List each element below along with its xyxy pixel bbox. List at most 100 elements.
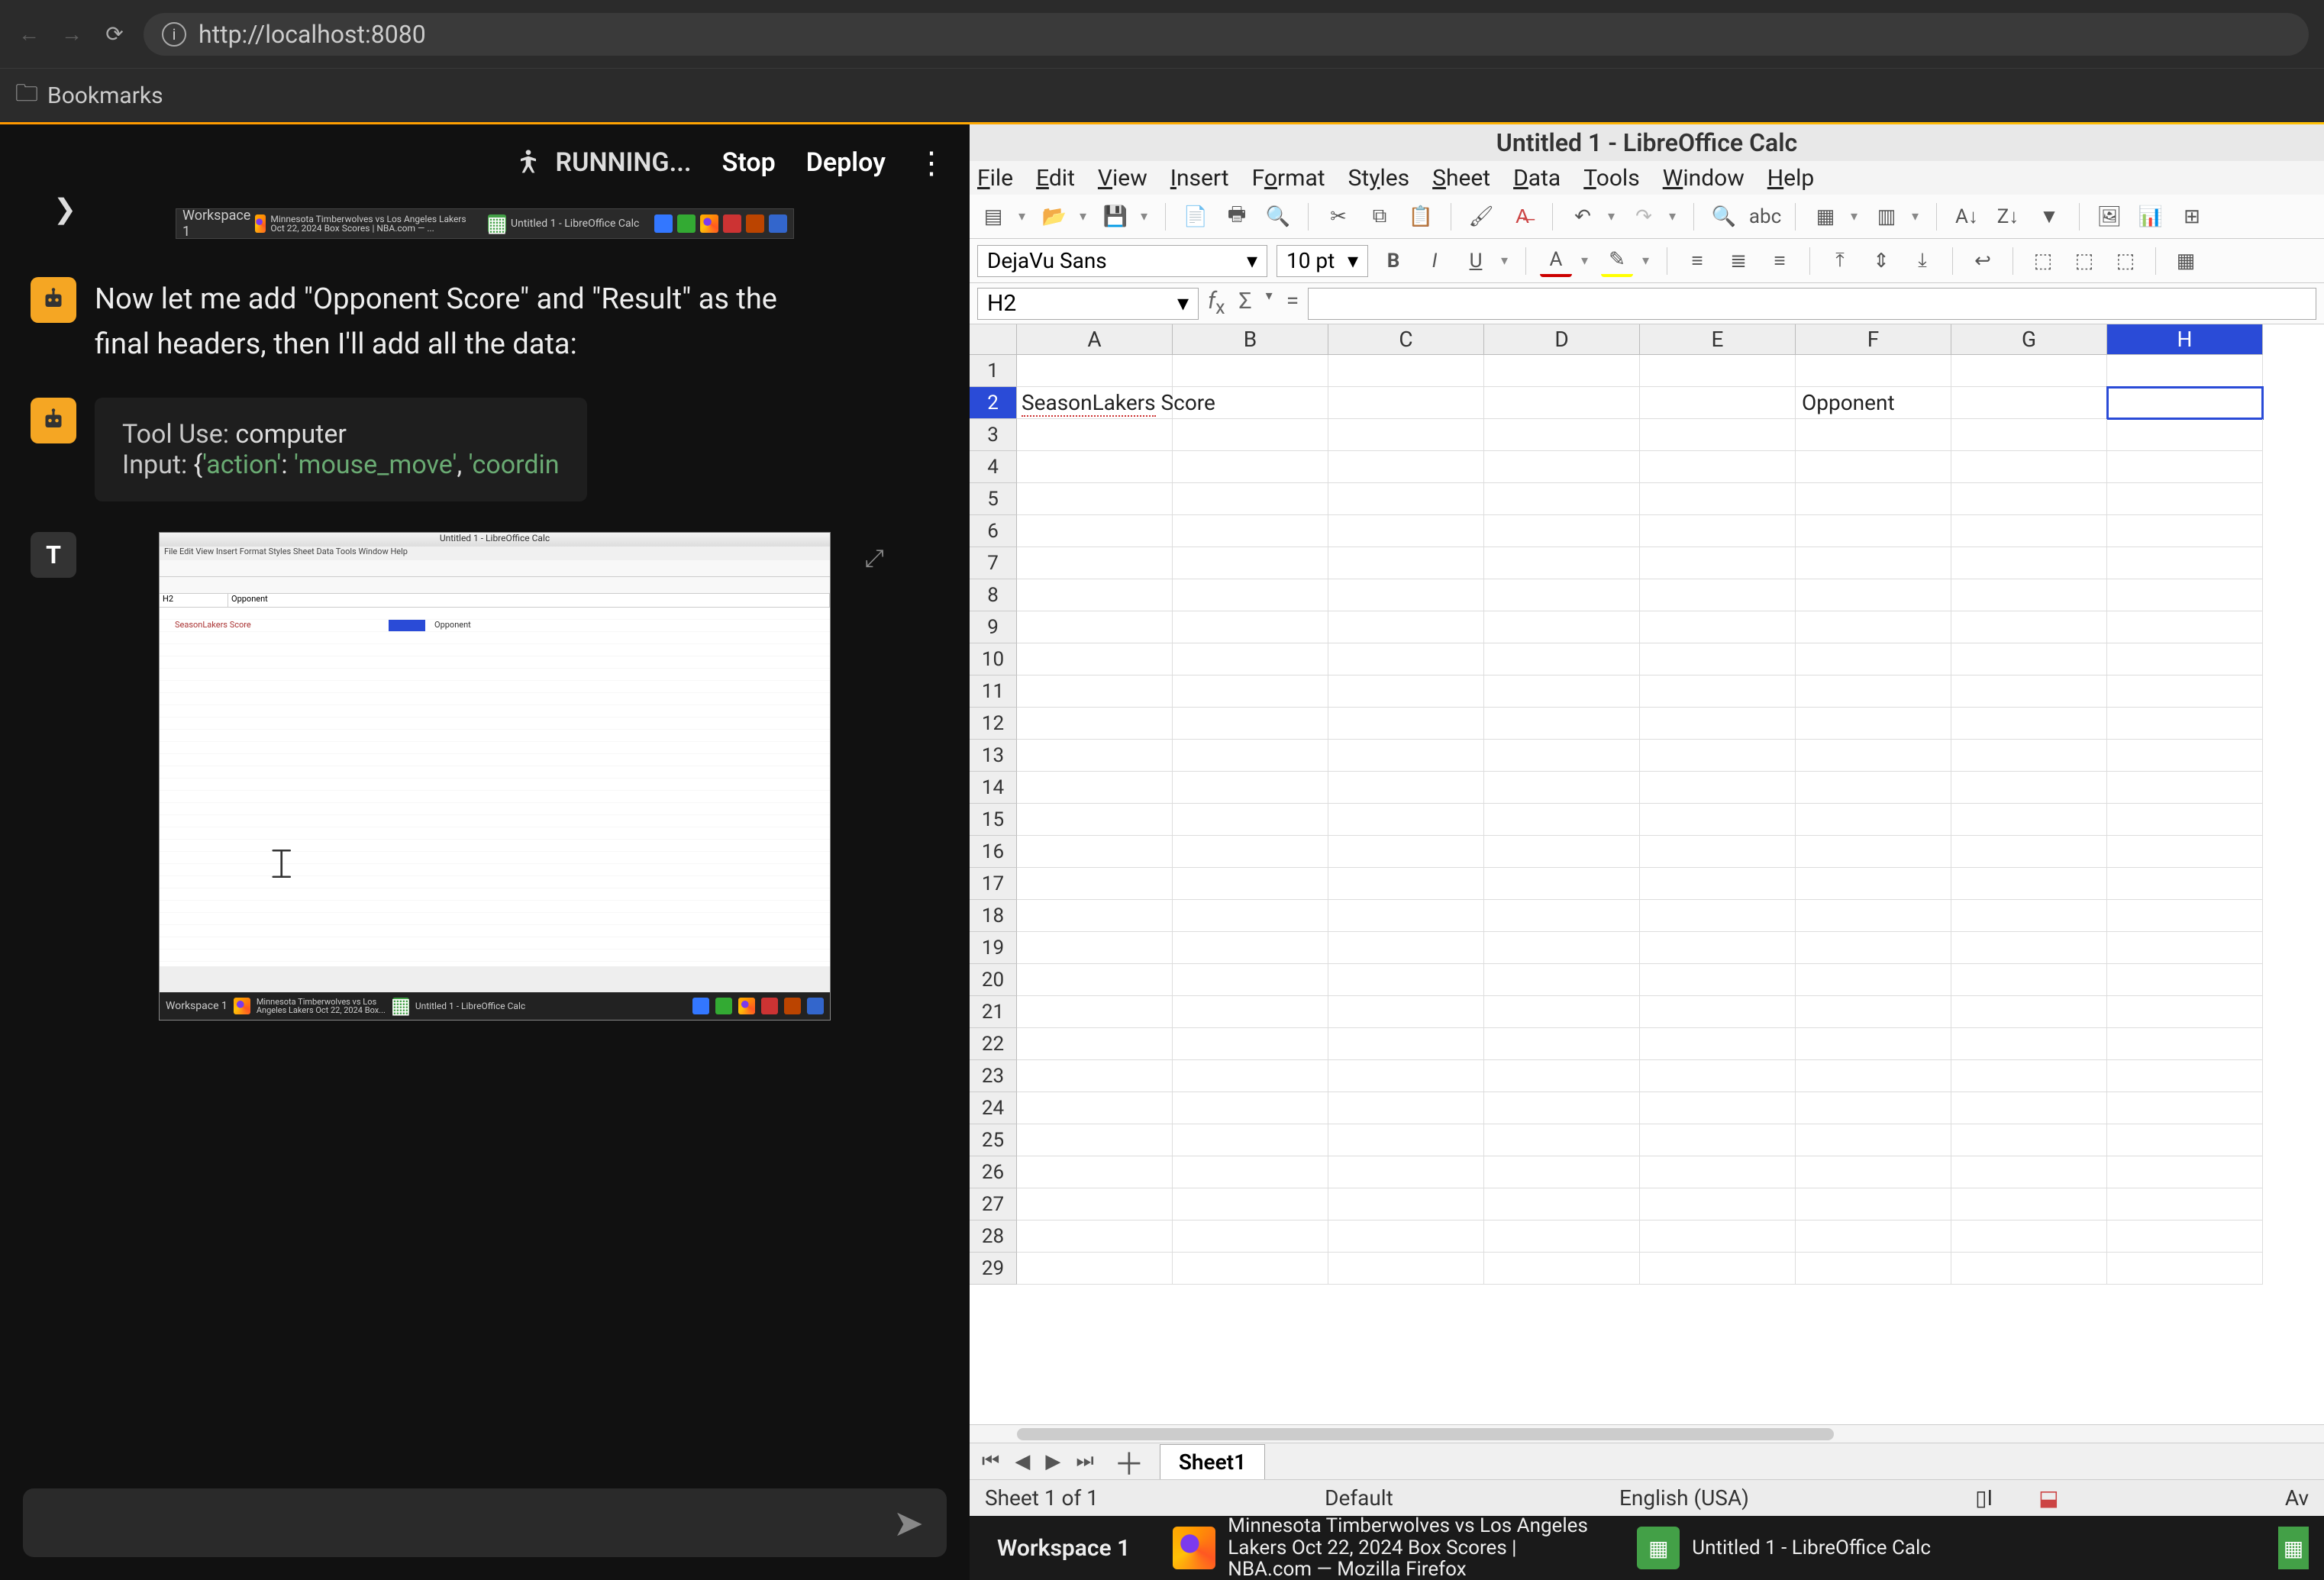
bookmarks-label[interactable]: Bookmarks [47,82,163,109]
more-menu-icon[interactable]: ⋮ [916,145,947,181]
cell-B25[interactable] [1173,1124,1328,1156]
cell-E13[interactable] [1640,740,1796,772]
currency-icon[interactable]: ▦ [2170,245,2202,277]
cell-A3[interactable] [1017,419,1173,451]
cell-C11[interactable] [1328,676,1484,708]
cell-B20[interactable] [1173,964,1328,996]
cell-D16[interactable] [1484,836,1640,868]
print-icon[interactable]: 🖶 [1221,201,1253,233]
cell-F21[interactable] [1796,996,1951,1028]
cell-C20[interactable] [1328,964,1484,996]
row-header[interactable]: 6 [970,515,1017,547]
col-header-c[interactable]: C [1328,324,1484,355]
cell-F26[interactable] [1796,1156,1951,1188]
cell-B19[interactable] [1173,932,1328,964]
cell-H19[interactable] [2107,932,2263,964]
cell-D29[interactable] [1484,1253,1640,1285]
cell-H9[interactable] [2107,611,2263,643]
cell-A14[interactable] [1017,772,1173,804]
cell-B18[interactable] [1173,900,1328,932]
cell-G29[interactable] [1951,1253,2107,1285]
cell-E29[interactable] [1640,1253,1796,1285]
cell-D7[interactable] [1484,547,1640,579]
cell-B2[interactable] [1173,387,1328,419]
cell-G22[interactable] [1951,1028,2107,1060]
redo-icon[interactable]: ↷ [1628,201,1660,233]
align-bottom-icon[interactable]: ⤓ [1906,245,1938,277]
cell-A6[interactable] [1017,515,1173,547]
spellcheck-icon[interactable]: abc [1749,201,1781,233]
cell-B16[interactable] [1173,836,1328,868]
horizontal-scrollbar[interactable] [970,1424,2324,1443]
cell-H3[interactable] [2107,419,2263,451]
cell-C5[interactable] [1328,483,1484,515]
equals-icon[interactable]: = [1286,288,1299,319]
cell-G26[interactable] [1951,1156,2107,1188]
bold-icon[interactable]: B [1377,245,1409,277]
cell-B12[interactable] [1173,708,1328,740]
cell-A11[interactable] [1017,676,1173,708]
send-button[interactable]: ➤ [893,1501,924,1545]
cell-C27[interactable] [1328,1188,1484,1220]
cell-D4[interactable] [1484,451,1640,483]
col-header-e[interactable]: E [1640,324,1796,355]
cell-C26[interactable] [1328,1156,1484,1188]
cell-F17[interactable] [1796,868,1951,900]
cell-F24[interactable] [1796,1092,1951,1124]
font-name-select[interactable]: DejaVu Sans▾ [977,245,1267,277]
cell-E28[interactable] [1640,1220,1796,1253]
forward-button[interactable]: → [58,21,86,48]
highlight-icon[interactable]: ✎ [1601,245,1633,277]
cell-D2[interactable] [1484,387,1640,419]
taskbar-calc[interactable]: ▦ Untitled 1 - LibreOffice Calc [1625,1522,1943,1574]
cell-A21[interactable] [1017,996,1173,1028]
cell-B10[interactable] [1173,643,1328,676]
cell-F10[interactable] [1796,643,1951,676]
workspace-switcher[interactable]: Workspace 1 [985,1530,1142,1566]
address-bar[interactable]: i http://localhost:8080 [144,13,2309,56]
clear-format-icon[interactable]: A̶ [1506,201,1538,233]
cell-A27[interactable] [1017,1188,1173,1220]
cell-A15[interactable] [1017,804,1173,836]
align-middle-icon[interactable]: ⇕ [1865,245,1897,277]
cell-F7[interactable] [1796,547,1951,579]
cell-A9[interactable] [1017,611,1173,643]
cell-H21[interactable] [2107,996,2263,1028]
cell-A25[interactable] [1017,1124,1173,1156]
cell-B14[interactable] [1173,772,1328,804]
cell-G12[interactable] [1951,708,2107,740]
cell-G11[interactable] [1951,676,2107,708]
cell-F13[interactable] [1796,740,1951,772]
row-header[interactable]: 14 [970,772,1017,804]
cell-C22[interactable] [1328,1028,1484,1060]
cell-E5[interactable] [1640,483,1796,515]
tray-icon[interactable]: ▦ [2278,1527,2309,1569]
cell-C12[interactable] [1328,708,1484,740]
cell-H27[interactable] [2107,1188,2263,1220]
cell-D27[interactable] [1484,1188,1640,1220]
cell-H18[interactable] [2107,900,2263,932]
sort-asc-icon[interactable]: A↓ [1951,201,1983,233]
row-header[interactable]: 22 [970,1028,1017,1060]
unmerge-icon[interactable]: ⬚ [2068,245,2100,277]
cell-H14[interactable] [2107,772,2263,804]
cell-F1[interactable] [1796,355,1951,387]
col-header-a[interactable]: A [1017,324,1173,355]
row-header[interactable]: 23 [970,1060,1017,1092]
cell-B15[interactable] [1173,804,1328,836]
cell-E10[interactable] [1640,643,1796,676]
cell-E7[interactable] [1640,547,1796,579]
cell-H24[interactable] [2107,1092,2263,1124]
cell-F4[interactable] [1796,451,1951,483]
row-header[interactable]: 24 [970,1092,1017,1124]
cell-F19[interactable] [1796,932,1951,964]
menu-view[interactable]: View [1098,165,1147,192]
cell-D13[interactable] [1484,740,1640,772]
cell-B11[interactable] [1173,676,1328,708]
cell-B21[interactable] [1173,996,1328,1028]
cell-A18[interactable] [1017,900,1173,932]
add-sheet-button[interactable]: ＋ [1105,1440,1154,1484]
menu-tools[interactable]: Tools [1583,165,1639,192]
cell-G15[interactable] [1951,804,2107,836]
cell-D11[interactable] [1484,676,1640,708]
